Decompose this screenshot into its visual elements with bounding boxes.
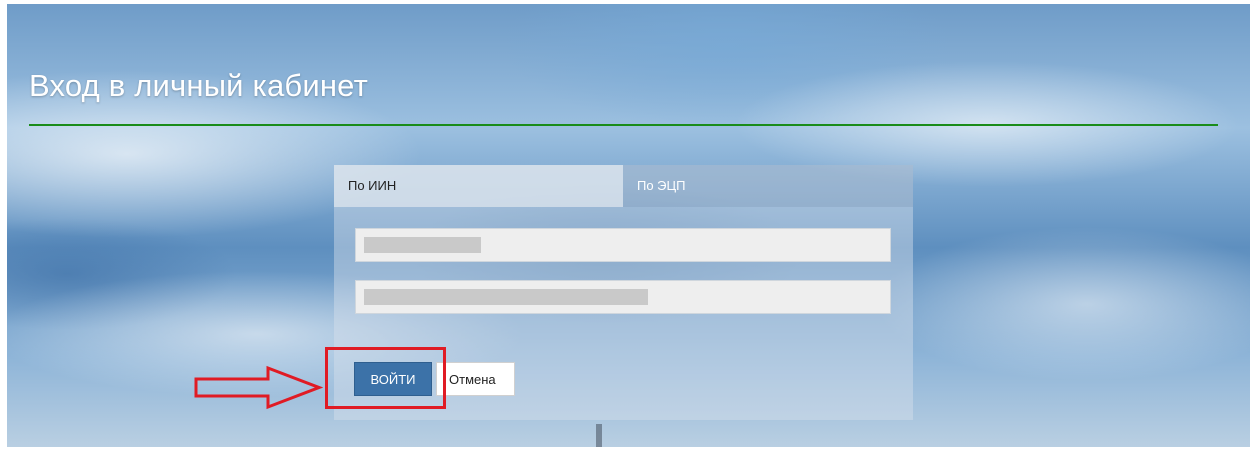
background-frame: Вход в личный кабинет По ИИН По ЭЦП ВОЙТ…: [7, 4, 1250, 447]
tower-silhouette: [596, 424, 602, 447]
iin-field[interactable]: [355, 228, 891, 262]
submit-button-highlight: [325, 347, 446, 409]
redacted-value: [364, 289, 648, 305]
page-title: Вход в личный кабинет: [29, 68, 368, 103]
tab-iin[interactable]: По ИИН: [334, 165, 623, 207]
right-arrow-icon: [194, 365, 323, 410]
title-divider: [29, 124, 1218, 126]
password-field[interactable]: [355, 280, 891, 314]
login-tabs: По ИИН По ЭЦП: [334, 165, 913, 207]
redacted-value: [364, 237, 481, 253]
tab-ecp[interactable]: По ЭЦП: [623, 165, 913, 207]
cancel-button[interactable]: Отмена: [436, 362, 515, 396]
